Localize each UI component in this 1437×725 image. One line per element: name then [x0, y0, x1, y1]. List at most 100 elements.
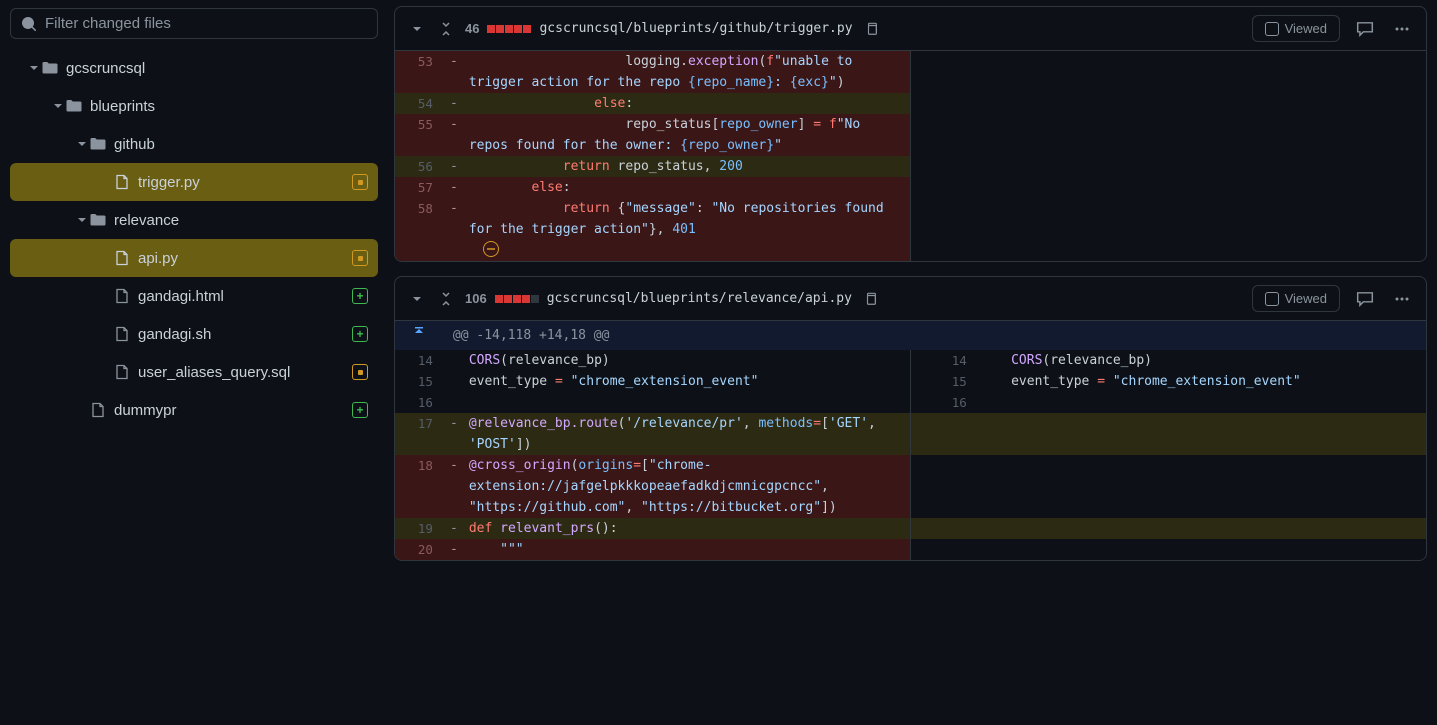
line-number: 57	[395, 177, 443, 198]
line-number: 55	[395, 114, 443, 156]
file-path[interactable]: gcscruncsql/blueprints/relevance/api.py	[547, 291, 852, 306]
code-cell: else:	[465, 93, 911, 114]
diff-marker: -	[443, 413, 465, 455]
diff-marker: -	[443, 156, 465, 177]
code-cell: CORS(relevance_bp)	[1007, 350, 1426, 371]
tree-folder-relevance[interactable]: relevance	[10, 201, 378, 239]
line-number: 16	[911, 392, 977, 413]
diff-marker	[977, 413, 1007, 455]
comment-icon[interactable]	[1352, 16, 1378, 42]
tree-file-gandagi-sh[interactable]: gandagi.sh +	[10, 315, 378, 353]
viewed-toggle[interactable]: Viewed	[1252, 285, 1340, 312]
line-number	[395, 240, 443, 261]
expand-up-icon[interactable]	[395, 321, 443, 350]
code-cell: repo_status[repo_owner] = f"No repos fou…	[465, 114, 911, 156]
code-cell	[465, 392, 911, 413]
diff-table: 53 - logging.exception(f"unable to trigg…	[395, 51, 1426, 261]
diff-marker	[443, 240, 465, 261]
line-number	[911, 518, 977, 539]
code-row[interactable]: 18 - @cross_origin(origins=["chrome-exte…	[395, 455, 1426, 518]
tree-label: gcscruncsql	[66, 60, 368, 77]
expand-file-icon[interactable]	[435, 18, 457, 40]
comment-icon[interactable]	[1352, 286, 1378, 312]
diff-marker	[977, 518, 1007, 539]
code-row[interactable]: 16 16	[395, 392, 1426, 413]
hunk-header-row[interactable]: @@ -14,118 +14,18 @@	[395, 321, 1426, 350]
line-number: 18	[395, 455, 443, 518]
diff-marker: -	[443, 518, 465, 539]
added-badge-icon: +	[352, 288, 368, 304]
copy-path-icon[interactable]	[860, 288, 882, 310]
collapse-file-icon[interactable]	[407, 289, 427, 309]
line-number: 19	[395, 518, 443, 539]
filter-files-input-wrap[interactable]	[10, 8, 378, 39]
copy-path-icon[interactable]	[861, 18, 883, 40]
diff-marker	[977, 371, 1007, 392]
code-row[interactable]: 19 - def relevant_prs():	[395, 518, 1426, 539]
code-cell: else:	[465, 177, 911, 198]
kebab-icon[interactable]	[1390, 17, 1414, 41]
filter-files-input[interactable]	[45, 15, 367, 32]
collapse-comment-icon[interactable]	[483, 241, 499, 257]
tree-file-gandagi-html[interactable]: gandagi.html +	[10, 277, 378, 315]
added-badge-icon: +	[352, 402, 368, 418]
line-number: 56	[395, 156, 443, 177]
file-tree-sidebar: gcscruncsql blueprints github trigger.py…	[0, 0, 388, 725]
chevron-down-icon	[74, 214, 90, 226]
tree-file-api[interactable]: api.py	[10, 239, 378, 277]
diff-marker: -	[443, 539, 465, 560]
code-cell: def relevant_prs():	[465, 518, 911, 539]
diff-main: 46 gcscruncsql/blueprints/github/trigger…	[388, 0, 1437, 725]
tree-label: trigger.py	[138, 174, 352, 191]
line-number: 15	[395, 371, 443, 392]
diff-marker	[443, 350, 465, 371]
tree-label: blueprints	[90, 98, 368, 115]
file-diff-block: 46 gcscruncsql/blueprints/github/trigger…	[394, 6, 1427, 262]
line-number: 14	[395, 350, 443, 371]
file-icon	[90, 402, 106, 418]
viewed-label: Viewed	[1285, 21, 1327, 36]
viewed-toggle[interactable]: Viewed	[1252, 15, 1340, 42]
file-path[interactable]: gcscruncsql/blueprints/github/trigger.py	[539, 21, 852, 36]
collapse-file-icon[interactable]	[407, 19, 427, 39]
diff-marker	[977, 392, 1007, 413]
line-number	[911, 413, 977, 455]
tree-file-trigger[interactable]: trigger.py	[10, 163, 378, 201]
checkbox-icon	[1265, 22, 1279, 36]
change-count: 46	[465, 21, 479, 36]
code-cell: event_type = "chrome_extension_event"	[465, 371, 911, 392]
code-row[interactable]: 20 - """	[395, 539, 1426, 560]
tree-folder-blueprints[interactable]: blueprints	[10, 87, 378, 125]
line-number: 20	[395, 539, 443, 560]
folder-icon	[42, 60, 58, 76]
diff-marker	[977, 350, 1007, 371]
tree-file-user-aliases[interactable]: user_aliases_query.sql	[10, 353, 378, 391]
diff-marker	[443, 392, 465, 413]
viewed-label: Viewed	[1285, 291, 1327, 306]
code-row[interactable]: 17 - @relevance_bp.route('/relevance/pr'…	[395, 413, 1426, 455]
file-icon	[114, 364, 130, 380]
change-count: 106	[465, 291, 487, 306]
kebab-icon[interactable]	[1390, 287, 1414, 311]
code-cell	[1007, 518, 1426, 539]
line-number: 14	[911, 350, 977, 371]
modified-badge-icon	[352, 364, 368, 380]
tree-label: user_aliases_query.sql	[138, 364, 352, 381]
empty-side	[911, 51, 1427, 261]
added-badge-icon: +	[352, 326, 368, 342]
code-row[interactable]: 53 - logging.exception(f"unable to trigg…	[395, 51, 1426, 93]
line-number: 58	[395, 198, 443, 240]
tree-folder-root[interactable]: gcscruncsql	[10, 49, 378, 87]
line-number: 16	[395, 392, 443, 413]
tree-folder-github[interactable]: github	[10, 125, 378, 163]
file-diff-header: 46 gcscruncsql/blueprints/github/trigger…	[395, 7, 1426, 51]
search-icon	[21, 16, 37, 32]
code-row[interactable]: 15 event_type = "chrome_extension_event"…	[395, 371, 1426, 392]
code-row[interactable]: 14 CORS(relevance_bp) 14 CORS(relevance_…	[395, 350, 1426, 371]
line-number: 17	[395, 413, 443, 455]
expand-file-icon[interactable]	[435, 288, 457, 310]
chevron-down-icon	[74, 138, 90, 150]
tree-file-dummypr[interactable]: dummypr +	[10, 391, 378, 429]
code-cell: @relevance_bp.route('/relevance/pr', met…	[465, 413, 911, 455]
file-icon	[114, 326, 130, 342]
